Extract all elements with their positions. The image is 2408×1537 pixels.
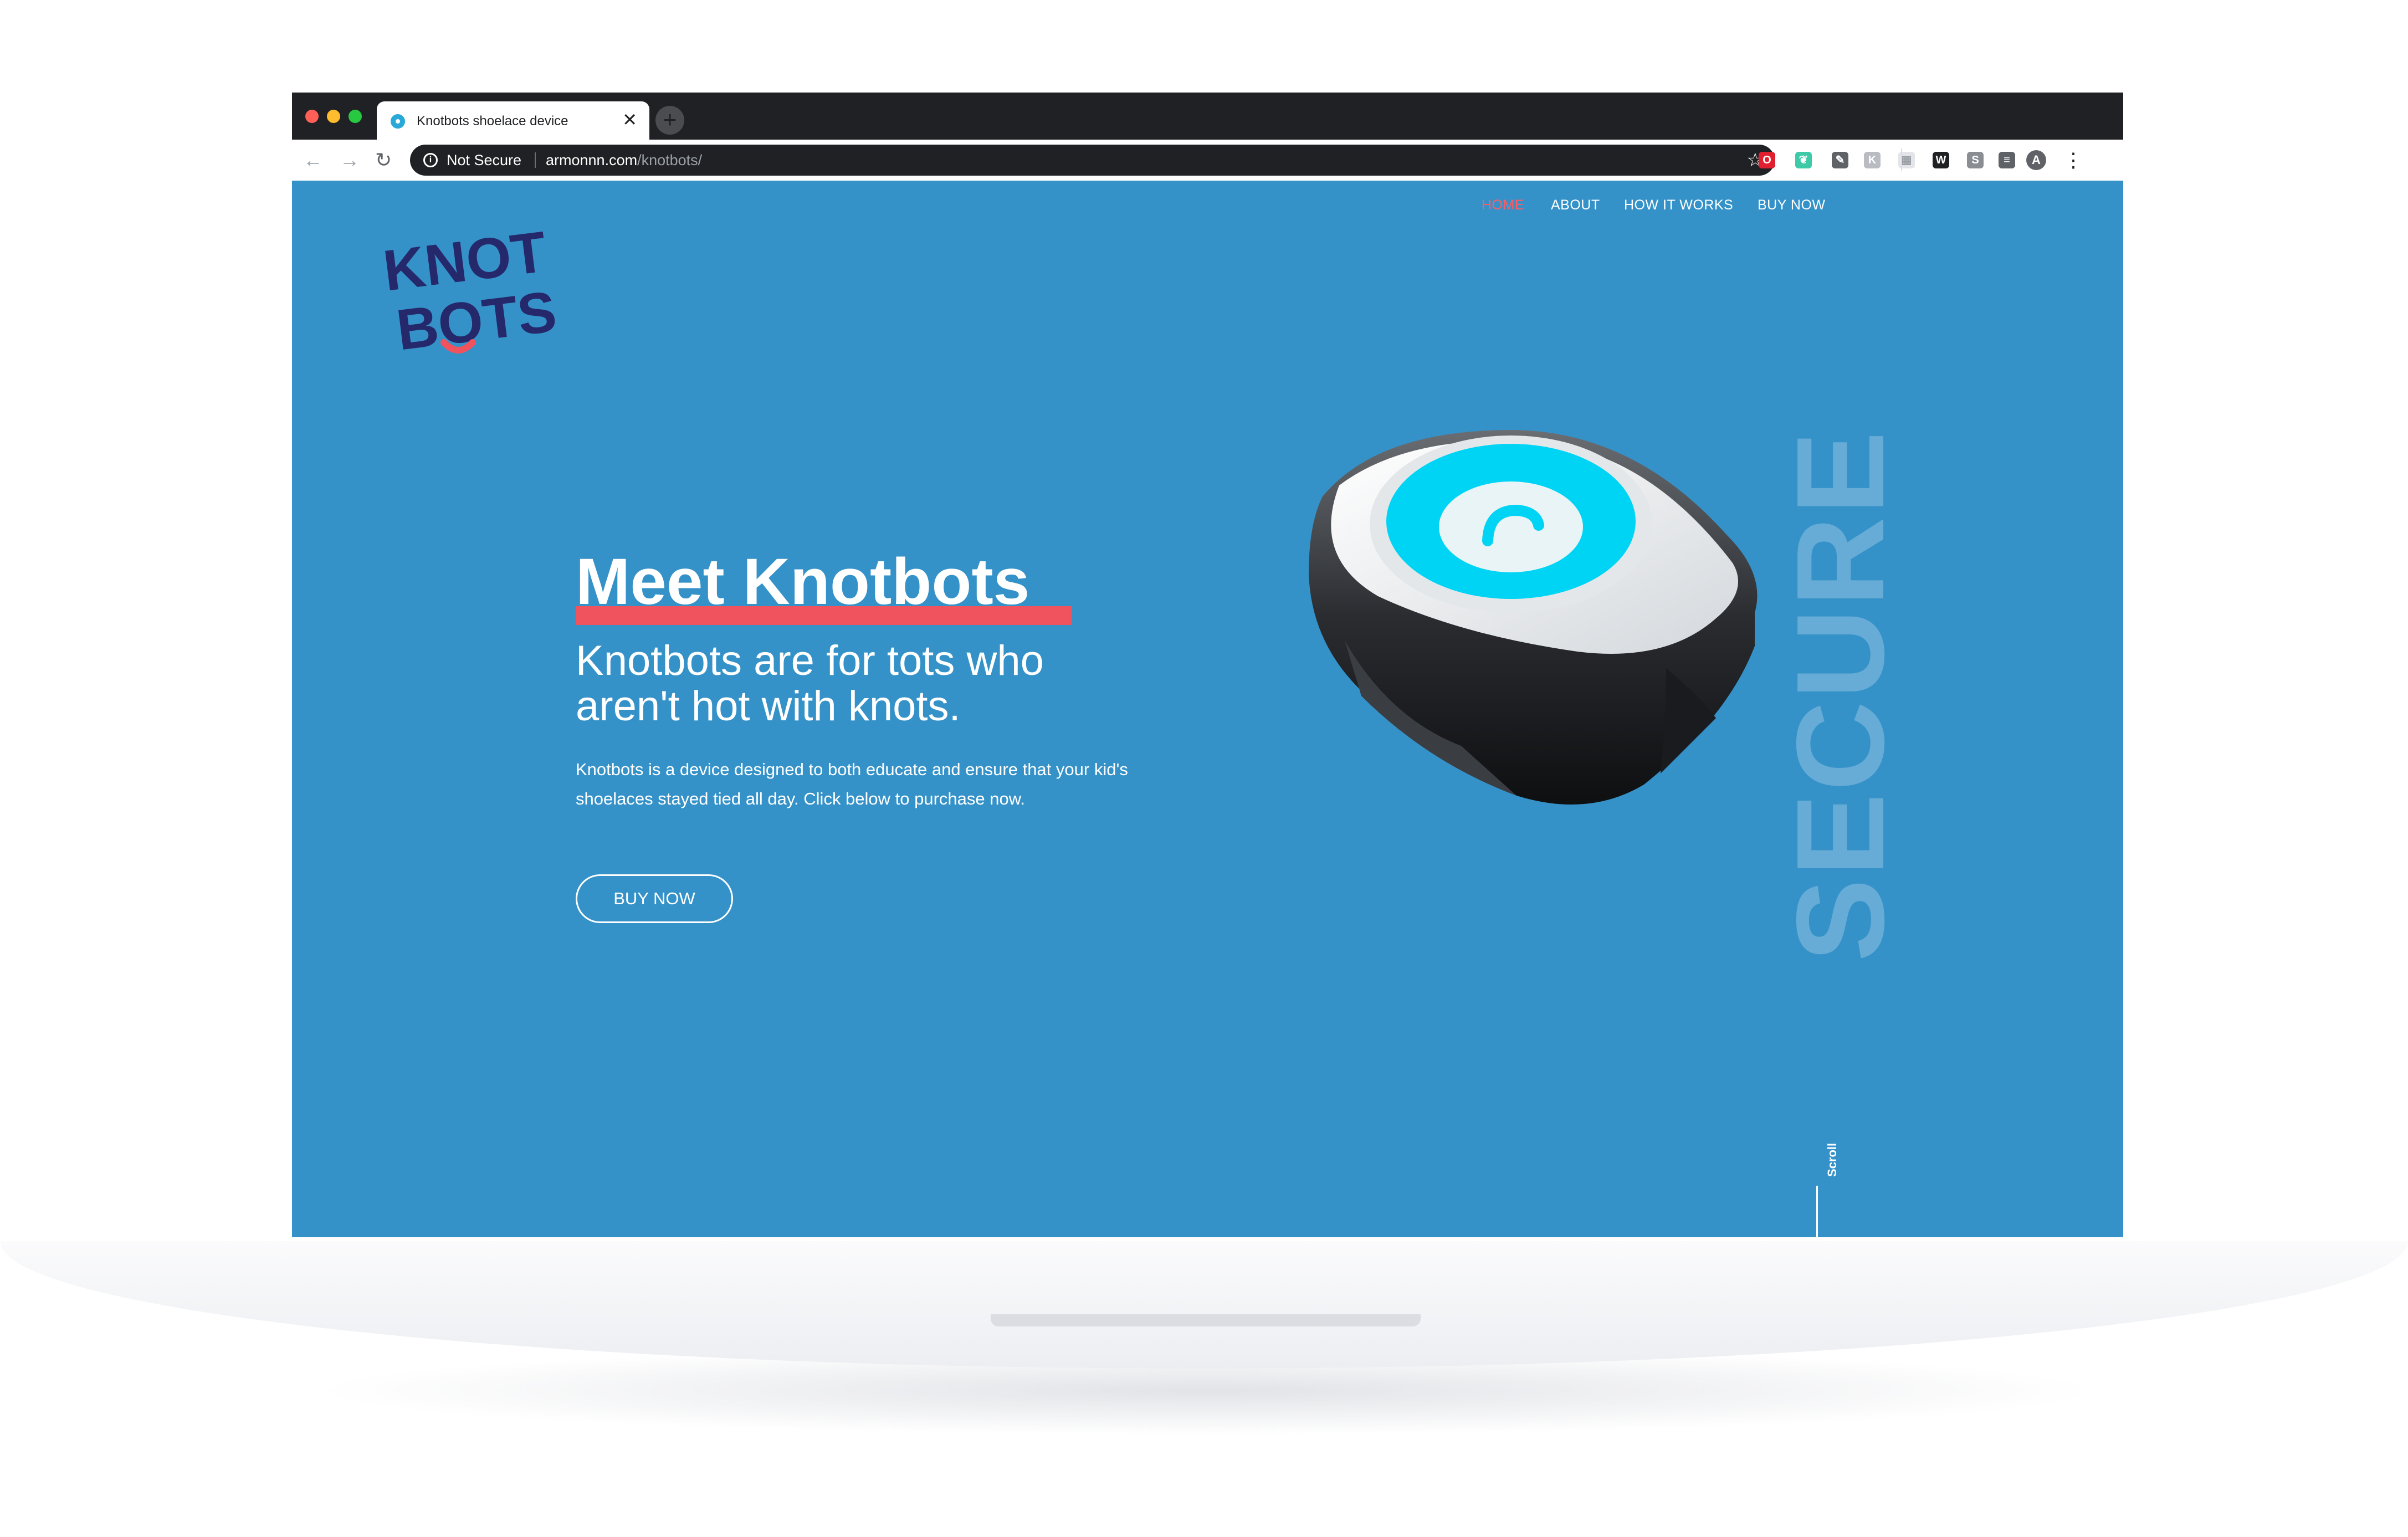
laptop-base xyxy=(0,1241,2408,1369)
security-label: Not Secure xyxy=(447,152,522,168)
reload-icon[interactable]: ↻ xyxy=(375,145,392,175)
knotbots-logo[interactable]: KNOT BOTS xyxy=(381,219,558,358)
knotbots-device-image xyxy=(1309,430,1758,805)
close-tab-icon[interactable]: ✕ xyxy=(622,111,637,129)
tab-title: Knotbots shoelace device xyxy=(417,114,568,129)
opera-ext-icon[interactable]: O xyxy=(1759,152,1775,168)
back-arrow-icon[interactable]: ← xyxy=(303,145,323,175)
nav-home[interactable]: HOME xyxy=(1482,197,1524,213)
buy-now-button[interactable]: BUY NOW xyxy=(576,874,733,923)
s-ext-icon[interactable]: S xyxy=(1967,152,1984,168)
url-domain: armonnn.com xyxy=(546,152,638,168)
address-bar[interactable]: i Not Secure armonnn.com/knotbots/ ☆ xyxy=(410,145,1775,176)
nav-how-it-works[interactable]: HOW IT WORKS xyxy=(1624,197,1733,213)
knotbots-favicon-icon xyxy=(391,114,405,129)
secure-vertical-text: SECURE xyxy=(1770,429,1910,962)
hero-description: Knotbots is a device designed to both ed… xyxy=(576,760,1128,808)
new-tab-button[interactable]: + xyxy=(655,106,684,135)
scroll-label[interactable]: Scroll xyxy=(1825,1143,1840,1177)
url-path: /knotbots/ xyxy=(637,152,703,168)
forward-arrow-icon[interactable]: → xyxy=(340,145,360,175)
hero-title: Meet Knotbots xyxy=(576,545,1030,618)
window-maximize-button[interactable] xyxy=(349,110,362,123)
mint-ext-icon[interactable]: ❦ xyxy=(1795,152,1812,168)
hero-subtitle: Knotbots are for tots who aren't hot wit… xyxy=(576,637,1044,730)
playlist-ext-icon[interactable]: ≡ xyxy=(1999,152,2015,168)
profile-avatar[interactable]: A xyxy=(2026,150,2046,170)
k-ext-icon[interactable]: K xyxy=(1864,152,1881,168)
toolbar-divider xyxy=(1901,148,1902,171)
eyedropper-ext-icon[interactable]: ✎ xyxy=(1832,152,1848,168)
tab-strip: Knotbots shoelace device ✕ + xyxy=(292,93,2123,140)
w-ext-icon[interactable]: W xyxy=(1933,152,1949,168)
browser-window: Knotbots shoelace device ✕ + ← → ↻ i Not… xyxy=(292,93,2123,1237)
nav-buy-now[interactable]: BUY NOW xyxy=(1758,197,1826,213)
info-icon[interactable]: i xyxy=(423,153,438,167)
scroll-indicator-line xyxy=(1816,1186,1818,1237)
url-text[interactable]: armonnn.com/knotbots/ xyxy=(546,152,702,169)
window-close-button[interactable] xyxy=(305,110,319,123)
knotbots-page: HOME ABOUT HOW IT WORKS BUY NOW KNOT BOT… xyxy=(292,181,2123,1237)
nav-about[interactable]: ABOUT xyxy=(1551,197,1600,213)
browser-tab[interactable]: Knotbots shoelace device ✕ xyxy=(377,101,649,140)
window-minimize-button[interactable] xyxy=(327,110,340,123)
laptop-notch xyxy=(991,1314,1421,1326)
url-divider xyxy=(535,152,536,168)
browser-toolbar: ← → ↻ i Not Secure armonnn.com/knotbots/… xyxy=(292,140,2123,181)
browser-menu-icon[interactable]: ⋮ xyxy=(2063,145,2083,175)
